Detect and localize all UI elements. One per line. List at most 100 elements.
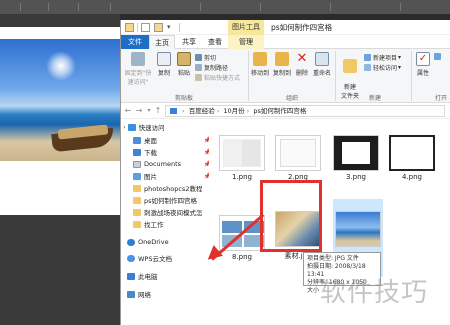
paste-button[interactable]: 粘贴 [175, 52, 193, 77]
paste-shortcut-icon [195, 74, 202, 81]
nav-desktop[interactable]: 桌面 📌 [133, 134, 221, 146]
download-icon [133, 148, 141, 156]
breadcrumb-separator: › [216, 107, 220, 115]
open-group-label: 打开 [435, 95, 448, 102]
nav-label: 找工作 [144, 221, 164, 229]
address-bar: ← → ▾ ↑ › 百度经验 › 10月份 › ps如何制作四宫格 [121, 103, 450, 119]
file-item[interactable]: 2.png [275, 135, 321, 183]
quick-access-separator [137, 23, 138, 32]
move-to-button[interactable]: 移动到 [250, 52, 270, 77]
forward-icon[interactable]: → [134, 105, 144, 117]
tab-share[interactable]: 共享 [177, 35, 201, 49]
folder-icon[interactable] [154, 23, 163, 32]
new-item-icon [364, 54, 371, 61]
nav-label: ps如何制作四宫格 [144, 197, 198, 205]
nav-label: 桌面 [144, 137, 157, 145]
quick-access-separator [179, 23, 180, 32]
window-title: ps如何制作四宫格 [271, 23, 333, 32]
new-folder-button[interactable]: 新建 文件夹 [338, 52, 362, 100]
folder-icon [133, 196, 141, 204]
copy-path-button[interactable]: 复制路径 [195, 63, 228, 72]
network-icon [127, 290, 135, 298]
scissors-icon [195, 54, 202, 61]
file-thumbnail [335, 211, 381, 247]
checkbox-icon[interactable] [141, 23, 150, 32]
easy-access-button[interactable]: 轻松访问 ▾ [364, 63, 401, 72]
rename-icon [315, 52, 329, 66]
file-item[interactable]: 1.png [219, 135, 265, 183]
nav-this-pc[interactable]: 此电脑 [127, 270, 215, 282]
copy-to-label: 复制到 [272, 70, 291, 77]
new-folder-label: 新建 文件夹 [340, 84, 359, 100]
breadcrumb-item[interactable]: 10月份 [223, 107, 244, 115]
breadcrumb-item[interactable]: ps如何制作四宫格 [253, 107, 306, 115]
chevron-down-icon: › [123, 123, 126, 131]
up-icon[interactable]: ↑ [153, 105, 163, 117]
folder-icon[interactable] [125, 23, 134, 32]
delete-button[interactable]: ✕ 删除 [294, 52, 310, 78]
pictures-icon [133, 172, 141, 180]
address-path[interactable]: › 百度经验 › 10月份 › ps如何制作四宫格 [165, 105, 445, 117]
desktop-icon [133, 136, 141, 144]
star-icon [127, 123, 136, 131]
copy-to-icon [275, 52, 289, 66]
file-name: 8.png [231, 253, 252, 261]
nav-folder[interactable]: 找工作 [133, 218, 221, 230]
tab-home[interactable]: 主页 [149, 35, 175, 49]
nav-documents[interactable]: Documents 📌 [133, 158, 221, 170]
nav-network[interactable]: 网络 [127, 288, 215, 300]
pin-to-quick-access-button[interactable]: 固定到"快速访问" [123, 52, 153, 86]
back-icon[interactable]: ← [123, 105, 133, 117]
organize-group-label: 组织 [286, 95, 299, 102]
file-thumbnail [275, 135, 321, 171]
tab-file[interactable]: 文件 [121, 35, 149, 49]
nav-label: 快速访问 [138, 124, 165, 132]
file-item[interactable]: 8.png [219, 215, 265, 263]
nav-folder[interactable]: photoshopcs2教程 [133, 182, 221, 194]
paste-icon [177, 52, 191, 66]
nav-label: OneDrive [138, 238, 169, 246]
properties-label: 属性 [416, 70, 429, 77]
nav-folder[interactable]: 刺激战场夜间模式怎 [133, 206, 221, 218]
copy-icon [157, 52, 171, 66]
nav-pictures[interactable]: 图片 📌 [133, 170, 221, 182]
new-item-label: 新建项目 [373, 55, 398, 62]
navigation-pane: › 快速访问 桌面 📌 下载 📌 Documents 📌 图片 📌 photos… [121, 119, 211, 325]
copy-path-icon [195, 64, 202, 71]
nav-label: WPS云文档 [138, 255, 172, 263]
tab-manage[interactable]: 管理 [228, 35, 264, 49]
tooltip-type: 项目类型: JPG 文件 [307, 255, 359, 262]
file-item[interactable]: 3.png [333, 135, 379, 183]
file-thumbnail [333, 135, 379, 171]
rename-button[interactable]: 重命名 [312, 52, 332, 77]
file-name: 1.png [231, 173, 252, 181]
folder-icon [133, 184, 141, 192]
cut-button[interactable]: 剪切 [195, 53, 216, 62]
pc-icon [170, 108, 177, 114]
ribbon-tabs: 文件 主页 共享 查看 管理 [121, 35, 450, 49]
nav-folder[interactable]: ps如何制作四宫格 [133, 194, 221, 206]
tab-view[interactable]: 查看 [203, 35, 227, 49]
file-thumbnail [389, 135, 435, 171]
file-name: 3.png [345, 173, 366, 181]
new-item-button[interactable]: 新建项目 ▾ [364, 53, 401, 62]
nav-label: 此电脑 [138, 273, 158, 281]
copy-button[interactable]: 复制 [155, 52, 173, 77]
properties-button[interactable]: ✓ 属性 [414, 52, 432, 77]
open-more-button[interactable] [434, 53, 443, 60]
new-group-label: 新建 [369, 95, 382, 102]
onedrive-icon [127, 238, 135, 246]
nav-downloads[interactable]: 下载 📌 [133, 146, 221, 158]
nav-onedrive[interactable]: OneDrive [127, 236, 215, 248]
copy-to-button[interactable]: 复制到 [272, 52, 292, 77]
breadcrumb-item[interactable]: 百度经验 [189, 107, 215, 115]
easy-access-label: 轻松访问 [373, 65, 398, 72]
file-item[interactable]: 4.png [389, 135, 435, 183]
chevron-down-icon[interactable]: ▾ [167, 23, 176, 32]
paste-shortcut-button[interactable]: 粘贴快捷方式 [195, 73, 240, 82]
nav-quick-access[interactable]: › 快速访问 [123, 121, 211, 133]
rename-label: 重命名 [312, 70, 331, 77]
title-bar: ▾ 图片工具 ps如何制作四宫格 [121, 20, 450, 35]
sun-glow [46, 51, 76, 81]
nav-label: Documents [144, 160, 182, 168]
